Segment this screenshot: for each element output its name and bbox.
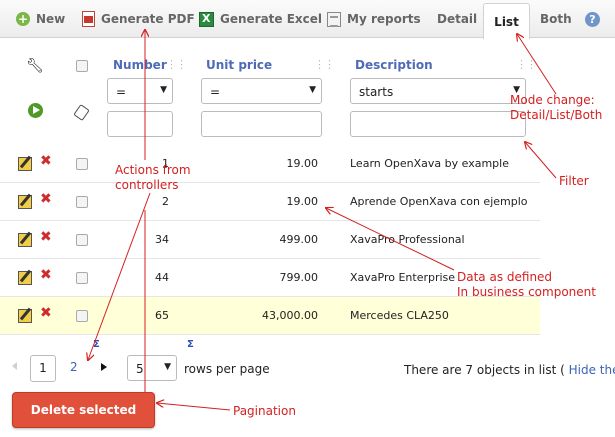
annotation-filter: Filter [559, 174, 589, 188]
cell-unit-price: 499.00 [279, 233, 319, 246]
cell-unit-price: 19.00 [286, 157, 319, 170]
sum-unit-price-icon[interactable]: Σ [187, 339, 194, 350]
cell-number: 44 [155, 271, 169, 284]
wrench-icon[interactable]: 🔧︎ [26, 58, 44, 74]
row-checkbox[interactable] [76, 234, 88, 246]
number-operator-value: = [116, 85, 127, 99]
play-icon[interactable] [28, 103, 43, 118]
row-checkbox[interactable] [76, 158, 88, 170]
cell-description: Aprende OpenXava con ejemplo [350, 195, 528, 208]
unit-price-operator-value: = [210, 85, 221, 99]
hide-rows-link[interactable]: Hide them [569, 363, 615, 377]
column-resize-description[interactable]: ⋮⋮ [516, 58, 537, 71]
tab-detail[interactable]: Detail [437, 0, 477, 38]
cell-number: 2 [162, 195, 169, 208]
number-filter-input[interactable] [107, 111, 173, 137]
column-header-number[interactable]: Number [113, 58, 167, 72]
next-page-icon[interactable] [101, 363, 107, 371]
edit-icon[interactable] [18, 309, 32, 323]
generate-excel-label: Generate Excel [220, 12, 323, 26]
pdf-icon [82, 11, 95, 27]
object-count: There are 7 objects in list ( Hide them) [404, 363, 615, 377]
my-reports-button[interactable]: My reports [327, 0, 421, 38]
my-reports-label: My reports [347, 12, 421, 26]
row-checkbox[interactable] [76, 310, 88, 322]
column-resize-number[interactable]: ⋮⋮ [166, 58, 187, 71]
table-row[interactable]: ✖ 34 499.00 XavaPro Professional [0, 221, 540, 259]
table-row[interactable]: ✖ 2 19.00 Aprende OpenXava con ejemplo [0, 183, 540, 221]
edit-icon[interactable] [18, 195, 32, 209]
description-filter-input[interactable] [350, 111, 526, 137]
column-header-unit-price[interactable]: Unit price [206, 58, 272, 72]
tab-both-label: Both [540, 12, 572, 26]
table-row[interactable]: ✖ 1 19.00 Learn OpenXava by example [0, 145, 540, 183]
edit-icon[interactable] [18, 271, 32, 285]
cell-description: XavaPro Professional [350, 233, 465, 246]
tab-both[interactable]: Both [540, 0, 572, 38]
delete-selected-rows-button[interactable]: Delete selected rows [12, 392, 155, 428]
generate-pdf-label: Generate PDF [101, 12, 195, 26]
generate-excel-button[interactable]: Generate Excel [199, 0, 322, 38]
tab-detail-label: Detail [437, 12, 478, 26]
sum-number-icon[interactable]: Σ [93, 339, 100, 350]
unit-price-filter-input[interactable] [201, 111, 322, 137]
object-count-text: There are 7 objects in list ( [404, 363, 565, 377]
tab-list-label: List [494, 14, 519, 29]
row-checkbox[interactable] [76, 196, 88, 208]
delete-icon[interactable]: ✖ [40, 229, 52, 245]
table-row[interactable]: ✖ 65 43,000.00 Mercedes CLA250 [0, 297, 540, 335]
annotation-pagination: Pagination [233, 404, 296, 418]
excel-icon [199, 11, 214, 27]
toolbar: + New Generate PDF Generate Excel My rep… [0, 0, 615, 39]
generate-pdf-button[interactable]: Generate PDF [82, 0, 195, 38]
new-button[interactable]: + New [16, 0, 65, 38]
delete-icon[interactable]: ✖ [40, 267, 52, 283]
annotation-data: Data as defined In business component [457, 270, 596, 299]
delete-icon[interactable]: ✖ [40, 305, 52, 321]
new-label: New [36, 12, 66, 26]
help-icon[interactable]: ? [585, 12, 600, 27]
cell-unit-price: 43,000.00 [262, 309, 318, 322]
annotation-mode-change: Mode change: Detail/List/Both [510, 93, 603, 122]
tab-list[interactable]: List [483, 3, 530, 39]
select-all-checkbox[interactable] [76, 60, 88, 72]
cell-number: 34 [155, 233, 169, 246]
new-icon: + [16, 12, 30, 26]
column-resize-unit-price[interactable]: ⋮⋮ [314, 58, 335, 71]
eraser-icon[interactable] [73, 104, 90, 121]
cell-description: Mercedes CLA250 [350, 309, 449, 322]
description-operator-value: starts [359, 85, 394, 99]
delete-icon[interactable]: ✖ [40, 153, 52, 169]
rows-per-page-value: 5 [136, 362, 144, 376]
cell-number: 65 [155, 309, 169, 322]
page-link-2[interactable]: 2 [70, 360, 78, 374]
cell-description: Learn OpenXava by example [350, 157, 509, 170]
current-page: 1 [30, 355, 56, 382]
description-operator-select[interactable]: starts [350, 78, 526, 104]
cell-unit-price: 19.00 [286, 195, 319, 208]
rows-per-page-select[interactable]: 5 [127, 355, 177, 381]
delete-icon[interactable]: ✖ [40, 191, 52, 207]
rows-per-page-label: rows per page [184, 362, 270, 376]
edit-icon[interactable] [18, 157, 32, 171]
annotation-actions: Actions from controllers [115, 163, 191, 192]
column-header-description[interactable]: Description [355, 58, 433, 72]
row-checkbox[interactable] [76, 272, 88, 284]
previous-page-icon [12, 362, 17, 370]
number-operator-select[interactable]: = [107, 78, 173, 104]
unit-price-operator-select[interactable]: = [201, 78, 322, 104]
cell-unit-price: 799.00 [279, 271, 319, 284]
reports-icon [327, 11, 341, 27]
cell-description: XavaPro Enterprise [350, 271, 456, 284]
edit-icon[interactable] [18, 233, 32, 247]
